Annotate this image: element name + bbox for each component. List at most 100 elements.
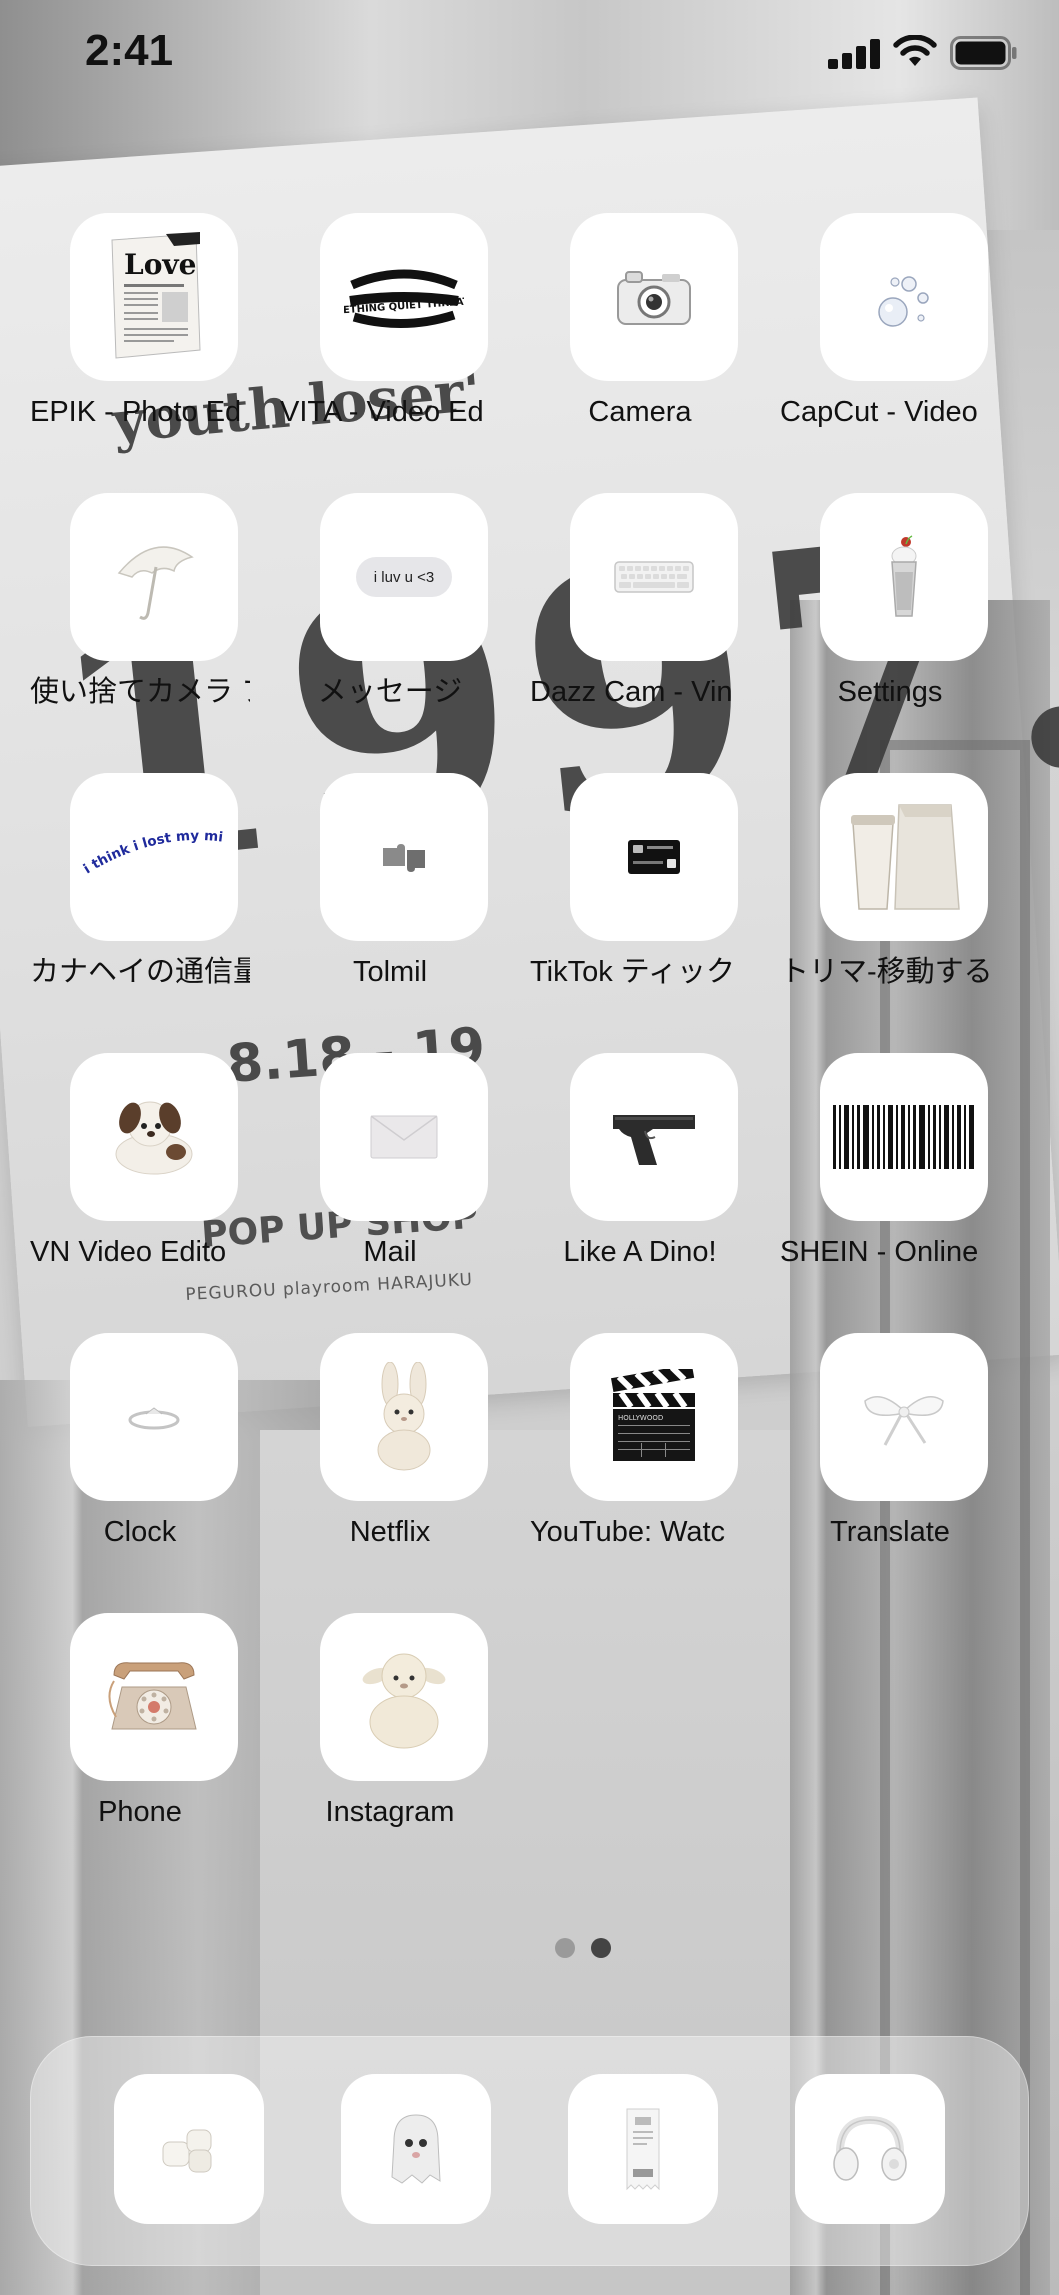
app-icon-tile[interactable] xyxy=(320,1333,488,1501)
app-camera[interactable]: Camera xyxy=(515,213,765,463)
app-icon-tile[interactable]: Love xyxy=(70,213,238,381)
svg-text:HOLLYWOOD: HOLLYWOOD xyxy=(618,1414,663,1422)
page-dot-2-active[interactable] xyxy=(591,1938,611,1958)
app-mail[interactable]: Mail xyxy=(265,1053,515,1303)
app-label: Instagram xyxy=(325,1796,455,1828)
app-icon-tile[interactable]: SOMETHING QUIET THREATENS xyxy=(320,213,488,381)
app-settings[interactable]: Settings xyxy=(765,493,1015,743)
app-label: Like A Dino! xyxy=(563,1236,717,1268)
dock-app-2[interactable] xyxy=(341,2074,491,2224)
plush-bunny-icon xyxy=(377,1362,431,1471)
app-icon-tile[interactable] xyxy=(70,1613,238,1781)
app-label: EPIK - Photo Ed xyxy=(30,396,242,428)
app-label: Netflix xyxy=(349,1516,431,1548)
app-torima[interactable]: トリマ-移動する xyxy=(765,773,1015,1023)
cellular-signal-icon xyxy=(828,39,880,69)
camera-icon xyxy=(617,271,691,325)
app-icon-tile[interactable] xyxy=(320,1613,488,1781)
chat-bubble-icon: i luv u <3 xyxy=(356,557,452,597)
app-epik[interactable]: Love EPIK - Photo Ed xyxy=(15,213,265,463)
app-instagram[interactable]: Instagram xyxy=(265,1613,515,1863)
app-vn-video-editor[interactable]: VN Video Edito xyxy=(15,1053,265,1303)
status-time: 2:41 xyxy=(85,26,174,75)
ribbon-bow-icon xyxy=(864,1396,944,1446)
envelope-icon xyxy=(370,1115,438,1159)
page-indicator[interactable] xyxy=(555,1938,615,1960)
app-tiktok[interactable]: TikTok ティック xyxy=(515,773,765,1023)
pistol-icon xyxy=(613,1115,695,1165)
ring-icon xyxy=(128,1407,180,1430)
headphones-icon xyxy=(833,2115,907,2181)
app-label: カナヘイの通信量 xyxy=(30,956,250,988)
app-label: Camera xyxy=(588,396,692,428)
plush-lamb-icon xyxy=(362,1653,446,1749)
app-vita[interactable]: SOMETHING QUIET THREATENS VITA - Video E… xyxy=(265,213,515,463)
app-icon-tile[interactable] xyxy=(820,773,988,941)
app-phone[interactable]: Phone xyxy=(15,1613,265,1863)
app-icon-tile[interactable]: i think i lost my mind a while ago xyxy=(70,773,238,941)
app-icon-tile[interactable]: i luv u <3 xyxy=(320,493,488,661)
receipt-icon xyxy=(626,2108,660,2191)
credit-card-icon xyxy=(628,840,680,874)
umbrella-icon xyxy=(117,546,194,620)
svg-text:i think i lost my mind a while: i think i lost my mind a while ago xyxy=(79,812,224,877)
app-disposable-camera[interactable]: 使い捨てカメラ フ xyxy=(15,493,265,743)
plush-dog-icon xyxy=(115,1101,193,1175)
app-dazz-cam[interactable]: Dazz Cam - Vin xyxy=(515,493,765,743)
clapperboard-icon: HOLLYWOOD xyxy=(611,1369,695,1461)
app-label: Tolmil xyxy=(352,956,428,988)
app-like-a-dino[interactable]: Like A Dino! xyxy=(515,1053,765,1303)
app-icon-tile[interactable] xyxy=(70,493,238,661)
something-quiet-text-icon: SOMETHING QUIET THREATENS xyxy=(344,269,464,329)
keyboard-icon xyxy=(614,561,694,593)
page-dot-1[interactable] xyxy=(555,1938,575,1958)
app-icon-tile[interactable] xyxy=(820,1333,988,1501)
app-clock[interactable]: Clock xyxy=(15,1333,265,1583)
app-icon-tile[interactable] xyxy=(820,493,988,661)
app-label: Phone xyxy=(98,1796,182,1828)
app-messages[interactable]: i luv u <3 メッセージ xyxy=(265,493,515,743)
app-icon-tile[interactable] xyxy=(320,773,488,941)
ghost-icon xyxy=(391,2114,441,2184)
app-label: トリマ-移動する xyxy=(780,956,993,988)
app-icon-tile[interactable]: HOLLYWOOD xyxy=(570,1333,738,1501)
app-youtube[interactable]: HOLLYWOOD YouTube: Watc xyxy=(515,1333,765,1583)
app-translate[interactable]: Translate xyxy=(765,1333,1015,1583)
app-netflix[interactable]: Netflix xyxy=(265,1333,515,1583)
app-icon-tile[interactable] xyxy=(70,1053,238,1221)
app-icon-tile[interactable] xyxy=(570,213,738,381)
app-shein[interactable]: SHEIN - Online xyxy=(765,1053,1015,1303)
app-tolmil[interactable]: Tolmil xyxy=(265,773,515,1023)
battery-icon xyxy=(950,36,1017,70)
dock-app-4[interactable] xyxy=(795,2074,945,2224)
app-icon-tile[interactable] xyxy=(570,493,738,661)
bubbles-icon xyxy=(878,276,929,327)
app-icon-tile[interactable] xyxy=(820,213,988,381)
barcode-icon xyxy=(833,1105,974,1169)
app-label: VN Video Edito xyxy=(30,1236,227,1268)
app-label: TikTok ティック xyxy=(530,956,736,988)
lost-my-mind-text-icon: i think i lost my mind a while ago xyxy=(79,812,224,877)
app-label: Settings xyxy=(837,676,943,708)
app-label: Dazz Cam - Vin xyxy=(530,676,733,708)
app-capcut[interactable]: CapCut - Video xyxy=(765,213,1015,463)
app-icon-tile[interactable] xyxy=(320,1053,488,1221)
dock-app-1[interactable] xyxy=(114,2074,264,2224)
status-bar: 2:41 xyxy=(0,0,1059,110)
app-kanahei[interactable]: i think i lost my mind a while ago カナヘイの… xyxy=(15,773,265,1023)
app-icon-tile[interactable] xyxy=(70,1333,238,1501)
rotary-phone-icon xyxy=(108,1662,197,1730)
dock-app-3[interactable] xyxy=(568,2074,718,2224)
app-icon-tile[interactable] xyxy=(820,1053,988,1221)
milkshake-icon xyxy=(891,535,917,617)
app-label: SHEIN - Online xyxy=(780,1236,979,1268)
app-label: CapCut - Video xyxy=(780,396,978,428)
love-newspaper-icon: Love xyxy=(111,232,201,359)
chat-bubble-text: i luv u <3 xyxy=(373,568,435,586)
app-label: Clock xyxy=(103,1516,177,1548)
wifi-icon xyxy=(893,35,937,66)
app-icon-tile[interactable] xyxy=(570,1053,738,1221)
app-label: Mail xyxy=(363,1236,417,1268)
app-label: YouTube: Watc xyxy=(530,1516,726,1548)
app-icon-tile[interactable] xyxy=(570,773,738,941)
